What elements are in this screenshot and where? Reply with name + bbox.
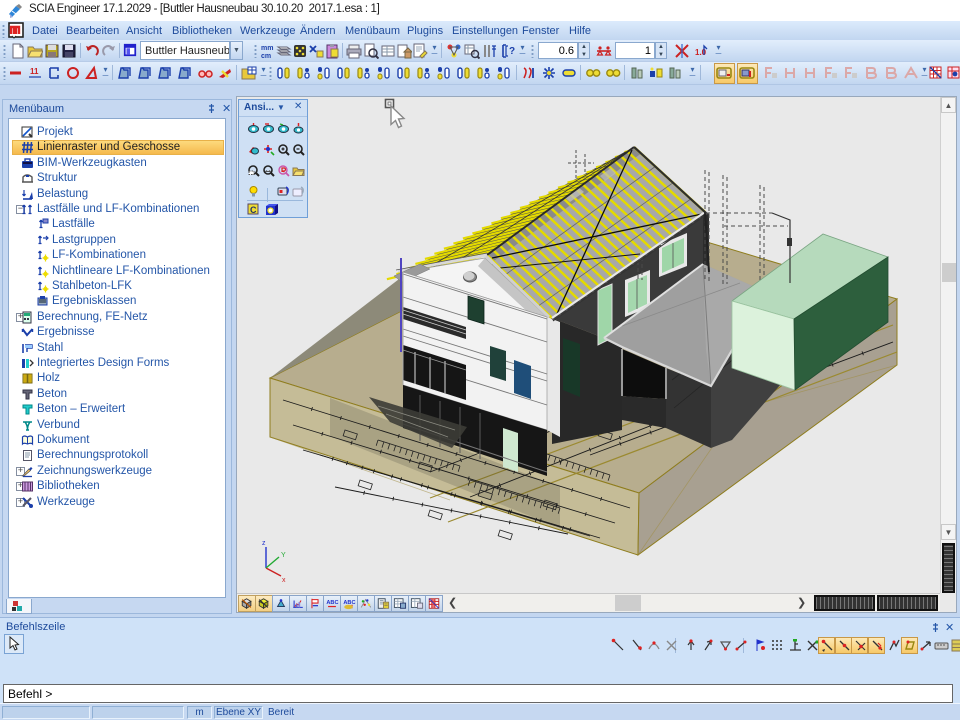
svg-text:ABC: ABC <box>326 600 338 606</box>
svg-text:x: x <box>282 577 286 584</box>
svg-text:Y: Y <box>281 552 286 559</box>
svg-text:11: 11 <box>30 67 39 76</box>
svg-text:1.0: 1.0 <box>695 48 707 57</box>
svg-text:z: z <box>262 540 266 547</box>
svg-text:C: C <box>250 205 257 215</box>
svg-text:cm: cm <box>261 53 271 59</box>
svg-text:mm: mm <box>261 45 273 52</box>
svg-text:?: ? <box>509 46 515 57</box>
